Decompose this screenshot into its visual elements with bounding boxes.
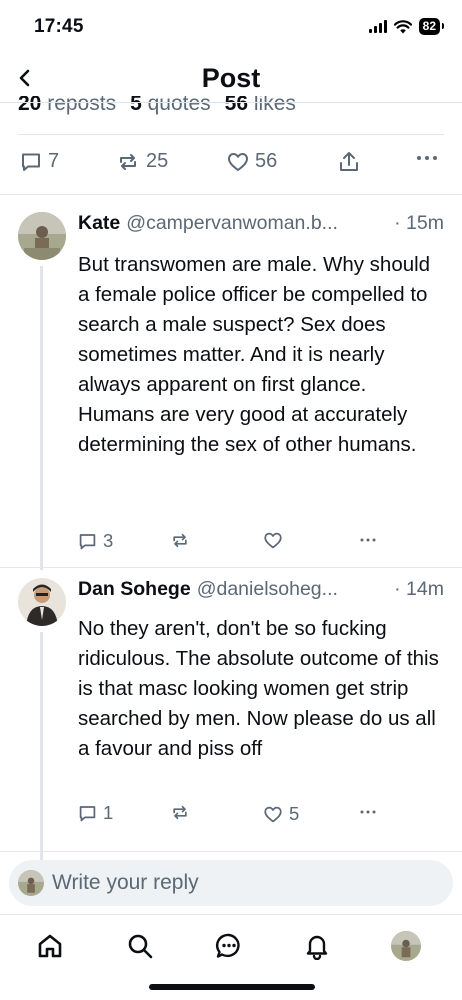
nav-header: Post xyxy=(0,54,462,102)
repost-arrows-icon xyxy=(173,805,187,820)
back-chevron-icon[interactable] xyxy=(14,64,38,92)
avatar xyxy=(391,931,421,961)
chat-bubble-icon xyxy=(215,933,240,958)
reply-divider xyxy=(0,567,462,568)
quotes-stat[interactable]: 5 quotes xyxy=(130,96,211,116)
reply-button[interactable]: 1 xyxy=(78,802,113,824)
post-action-bar: 7 25 56 xyxy=(0,146,462,182)
reply-count: 7 xyxy=(48,150,60,172)
status-time: 17:45 xyxy=(34,16,84,37)
repost-arrows-icon xyxy=(173,533,187,548)
author-name[interactable]: Dan Sohege xyxy=(78,578,191,601)
like-count: 56 xyxy=(255,150,278,172)
avatar[interactable] xyxy=(18,212,66,260)
reply-input[interactable]: Write your reply xyxy=(52,871,199,895)
actions-divider xyxy=(0,194,462,195)
ellipsis-icon xyxy=(360,538,376,542)
post-text: But transwomen are male. Why should a fe… xyxy=(78,253,431,456)
composer-divider xyxy=(0,851,462,852)
reply-button[interactable]: 3 xyxy=(78,530,113,552)
avatar[interactable] xyxy=(18,578,66,626)
tab-chat[interactable] xyxy=(212,929,246,963)
tab-home[interactable] xyxy=(33,929,67,963)
more-options-button[interactable] xyxy=(358,809,378,815)
tab-profile[interactable] xyxy=(389,929,423,963)
ellipsis-icon xyxy=(360,810,376,814)
stats-divider xyxy=(18,134,444,135)
bottom-tab-bar xyxy=(0,914,462,974)
heart-icon xyxy=(264,806,282,822)
search-icon xyxy=(128,934,153,959)
reply-post[interactable]: Dan Sohege @danielsoheg... · 14m No they… xyxy=(0,578,462,904)
battery-icon: 82 xyxy=(418,18,445,35)
share-upload-icon xyxy=(340,152,358,171)
heart-icon xyxy=(264,532,282,549)
heart-icon xyxy=(228,152,248,171)
wifi-icon xyxy=(393,19,412,33)
home-icon xyxy=(38,934,62,958)
more-options-button[interactable] xyxy=(358,537,378,543)
post-text: No they aren't, don't be so fucking ridi… xyxy=(78,617,439,760)
speech-bubble-icon xyxy=(79,533,96,549)
share-button[interactable] xyxy=(338,150,360,174)
speech-bubble-icon xyxy=(22,153,40,171)
reply-count: 3 xyxy=(103,530,114,551)
reply-button[interactable]: 7 xyxy=(20,150,59,173)
thread-line xyxy=(40,266,43,570)
likes-stat[interactable]: 56 likes xyxy=(225,96,296,116)
reply-action-bar: 3 xyxy=(78,528,388,554)
reply-action-bar: 1 5 xyxy=(78,800,388,826)
post-timestamp: · 14m xyxy=(394,578,444,600)
tab-search[interactable] xyxy=(123,929,157,963)
author-handle[interactable]: @danielsoheg... xyxy=(197,578,394,601)
status-bar: 17:45 82 xyxy=(0,0,462,54)
avatar xyxy=(18,870,44,896)
page-title: Post xyxy=(201,63,261,93)
reply-header: Dan Sohege @danielsoheg... · 14m xyxy=(78,578,444,601)
reply-composer[interactable]: Write your reply xyxy=(9,860,453,906)
home-indicator xyxy=(149,984,315,990)
signal-icon xyxy=(368,20,387,33)
ellipsis-icon xyxy=(417,156,437,160)
author-name[interactable]: Kate xyxy=(78,212,120,235)
header-divider xyxy=(0,102,462,103)
reposts-stat[interactable]: 20 reposts xyxy=(18,96,116,116)
tab-notifications[interactable] xyxy=(300,929,334,963)
repost-button[interactable] xyxy=(170,803,196,822)
reply-header: Kate @campervanwoman.b... · 15m xyxy=(78,212,444,235)
repost-count: 25 xyxy=(146,150,169,172)
repost-button[interactable] xyxy=(170,531,196,550)
like-button[interactable]: 5 xyxy=(263,803,299,825)
reply-post[interactable]: Kate @campervanwoman.b... · 15m But tran… xyxy=(0,212,462,570)
speech-bubble-icon xyxy=(79,805,96,821)
like-count: 5 xyxy=(289,803,300,824)
bell-icon xyxy=(306,935,328,960)
reply-count: 1 xyxy=(103,802,114,823)
like-button[interactable] xyxy=(263,531,289,550)
repost-arrows-icon xyxy=(120,153,136,170)
more-options-button[interactable] xyxy=(416,154,438,162)
status-icons: 82 xyxy=(368,18,445,35)
like-button[interactable]: 56 xyxy=(227,150,277,173)
post-timestamp: · 15m xyxy=(394,212,444,234)
author-handle[interactable]: @campervanwoman.b... xyxy=(126,212,394,235)
post-stats: 20 reposts 5 quotes 56 likes xyxy=(18,96,446,126)
repost-button[interactable]: 25 xyxy=(116,150,168,173)
